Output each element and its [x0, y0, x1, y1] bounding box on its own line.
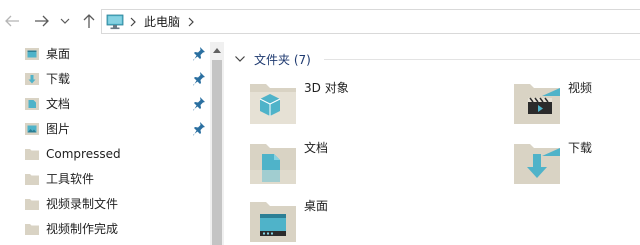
navigation-pane: 桌面 下载 文档 图片 Compressed 工具软件 视频录制文件 视频制作完… [0, 42, 210, 245]
up-button[interactable] [80, 10, 98, 32]
folder-icon [25, 224, 39, 235]
folder-tile-label: 视频 [568, 81, 593, 95]
content-pane: 文件夹 (7) 3D 对象 视频 文档 下载 桌面 [224, 42, 640, 245]
documents-folder-icon [25, 98, 39, 110]
chevron-up-icon [213, 48, 221, 53]
sidebar-item-pictures[interactable]: 图片 [0, 117, 210, 141]
sidebar-item-label: 视频录制文件 [46, 197, 119, 211]
sidebar-item-label: 图片 [46, 122, 71, 136]
desktop-folder-icon [25, 48, 39, 60]
videos-folder-icon [514, 84, 560, 124]
recent-locations-button[interactable] [58, 10, 72, 32]
back-button[interactable] [2, 10, 22, 32]
sidebar-scrollbar[interactable] [210, 42, 224, 245]
sidebar-item-label: Compressed [46, 147, 121, 161]
breadcrumb-this-pc[interactable]: 此电脑 [144, 13, 180, 30]
navigation-bar: 此电脑 [0, 0, 640, 42]
arrow-right-icon [35, 15, 49, 27]
forward-button[interactable] [32, 10, 52, 32]
group-title: 文件夹 (7) [254, 52, 311, 67]
this-pc-icon [106, 14, 124, 29]
sidebar-item-desktop[interactable]: 桌面 [0, 42, 210, 66]
breadcrumb-expand-icon[interactable] [186, 16, 196, 28]
sidebar-item-label: 视频制作完成 [46, 222, 119, 236]
chevron-down-icon [60, 18, 70, 24]
sidebar-item-documents[interactable]: 文档 [0, 92, 210, 116]
sidebar-item-label: 工具软件 [46, 172, 95, 186]
3d-objects-folder-icon [250, 84, 296, 124]
sidebar-item-video-recordings[interactable]: 视频录制文件 [0, 192, 210, 216]
pin-icon[interactable] [192, 96, 206, 112]
folder-tile-label: 文档 [304, 141, 329, 155]
chevron-down-icon[interactable] [234, 54, 246, 64]
desktop-folder-icon [250, 202, 296, 242]
scroll-thumb[interactable] [212, 60, 222, 245]
folder-tile-videos[interactable]: 视频 [512, 80, 640, 134]
address-bar[interactable]: 此电脑 [101, 9, 640, 34]
sidebar-item-tools[interactable]: 工具软件 [0, 167, 210, 191]
pin-icon[interactable] [192, 121, 206, 137]
pin-icon[interactable] [192, 71, 206, 87]
folder-tile-3d-objects[interactable]: 3D 对象 [248, 80, 478, 134]
pictures-folder-icon [25, 123, 39, 135]
folder-tile-documents[interactable]: 文档 [248, 140, 478, 194]
folders-group-header[interactable]: 文件夹 (7) [234, 50, 311, 68]
arrow-up-icon [83, 14, 95, 28]
sidebar-item-videos-finished[interactable]: 视频制作完成 [0, 217, 210, 241]
folder-icon [25, 149, 39, 160]
group-divider [324, 59, 640, 60]
folder-icon [25, 174, 39, 185]
downloads-folder-icon [514, 144, 560, 184]
folder-tile-downloads[interactable]: 下载 [512, 140, 640, 194]
folder-tile-label: 桌面 [304, 199, 329, 213]
sidebar-item-compressed[interactable]: Compressed [0, 142, 210, 166]
folder-tile-label: 3D 对象 [304, 81, 349, 95]
sidebar-item-label: 下载 [46, 72, 71, 86]
pin-icon[interactable] [192, 46, 206, 62]
folder-icon [25, 199, 39, 210]
sidebar-item-label: 文档 [46, 97, 71, 111]
documents-folder-icon [250, 144, 296, 184]
downloads-folder-icon [25, 73, 39, 85]
arrow-left-icon [5, 15, 19, 27]
sidebar-item-label: 桌面 [46, 47, 71, 61]
scroll-up-button[interactable] [210, 42, 224, 58]
breadcrumb-separator-icon[interactable] [128, 16, 138, 28]
folder-tile-label: 下载 [568, 141, 593, 155]
sidebar-item-downloads[interactable]: 下载 [0, 67, 210, 91]
folder-tile-desktop[interactable]: 桌面 [248, 198, 478, 245]
